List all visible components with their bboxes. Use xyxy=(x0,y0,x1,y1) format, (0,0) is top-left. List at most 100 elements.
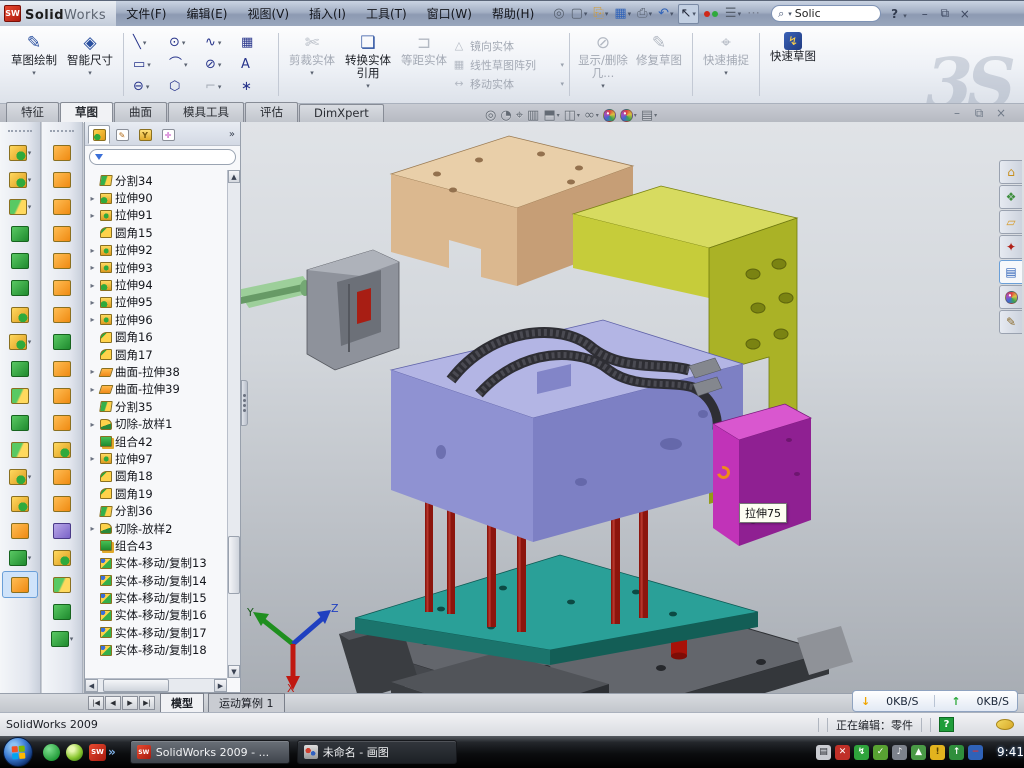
scroll-right-arrow[interactable]: ▶ xyxy=(214,679,227,692)
tree-item[interactable]: 圆角16 xyxy=(86,329,227,346)
construction-line-tool-button[interactable] xyxy=(0,517,40,544)
instant3d-tool-button[interactable] xyxy=(2,571,38,598)
dropdown-arrow[interactable]: ▾ xyxy=(28,473,32,481)
dimxpertmanager-tab[interactable]: ✛ xyxy=(157,125,179,144)
tree-item[interactable]: 圆角17 xyxy=(86,346,227,363)
dropdown-arrow[interactable]: ▾ xyxy=(628,10,632,18)
expand-arrow-icon[interactable]: ▸ xyxy=(88,315,97,324)
shield-up-icon[interactable]: ↑ xyxy=(949,745,964,760)
dropdown-arrow[interactable]: ▾ xyxy=(218,39,222,47)
tree-item[interactable]: 实体-移动/复制13 xyxy=(86,555,227,572)
linear-pattern-tool-button[interactable]: ▾ xyxy=(0,328,40,355)
quick-launch-overflow-icon[interactable]: » xyxy=(108,745,116,759)
move-face-tool-button[interactable] xyxy=(42,490,82,517)
quick-launch-browser-ball-icon[interactable] xyxy=(66,744,83,761)
move-copy-body-tool-button[interactable] xyxy=(0,436,40,463)
apply-scene-button[interactable]: ▾ xyxy=(619,109,638,122)
arc-tool[interactable]: ⌒▾ xyxy=(165,54,201,76)
panel-overflow-chevron[interactable]: » xyxy=(229,129,238,140)
tree-item[interactable]: 实体-移动/复制15 xyxy=(86,589,227,606)
expand-arrow-icon[interactable]: ▸ xyxy=(88,385,97,394)
loft-tool-button[interactable] xyxy=(42,328,82,355)
tab-0[interactable]: 特征 xyxy=(6,102,59,122)
start-button[interactable] xyxy=(3,737,33,767)
tree-item[interactable]: 实体-移动/复制16 xyxy=(86,607,227,624)
menu-item-3[interactable]: 插入(I) xyxy=(299,2,356,26)
tree-item[interactable]: ▸切除-放样2 xyxy=(86,520,227,537)
scrollbar-thumb[interactable] xyxy=(228,536,240,594)
dropdown-arrow[interactable]: ▾ xyxy=(146,83,150,91)
task-button[interactable]: SWSolidWorks 2009 - ... xyxy=(130,740,290,764)
dropdown-arrow[interactable]: ▾ xyxy=(584,10,588,18)
dropdown-arrow[interactable]: ▾ xyxy=(88,69,92,77)
antivirus-alert-icon[interactable]: ✕ xyxy=(835,745,850,760)
polygon-tool[interactable]: ⬡ xyxy=(165,76,201,98)
menu-item-5[interactable]: 窗口(W) xyxy=(417,2,482,26)
nav-button[interactable]: |◀ xyxy=(88,696,104,710)
volume-icon[interactable]: ♪ xyxy=(892,745,907,760)
zoom-previous-button[interactable]: ⌖ xyxy=(515,108,524,123)
rebuild-traffic-light-icon[interactable] xyxy=(701,4,721,24)
minimize-button[interactable]: – xyxy=(915,6,935,22)
rapid-sketch-button[interactable]: ↯ 快速草图 xyxy=(765,29,821,100)
point-tool[interactable]: ∗ xyxy=(237,76,273,98)
dropdown-arrow[interactable]: ▾ xyxy=(147,61,151,69)
tree-item[interactable]: ▸拉伸90 xyxy=(86,189,227,206)
hide-show-items-button[interactable]: ∞▾ xyxy=(583,108,600,123)
tab-1[interactable]: 草图 xyxy=(60,102,113,123)
wrap-tool-button[interactable] xyxy=(42,463,82,490)
clamp-unit[interactable] xyxy=(241,250,399,370)
network-speed-widget[interactable]: ↓ 0KB/S ↑ 0KB/S xyxy=(852,690,1018,712)
text-tool[interactable]: A xyxy=(237,54,273,76)
view-palette-tab[interactable]: ▤ xyxy=(999,260,1022,284)
line-tool[interactable]: ╲▾ xyxy=(129,32,165,54)
dropdown-arrow[interactable]: ▾ xyxy=(143,39,147,47)
toolbar-grip[interactable] xyxy=(8,130,32,135)
dropdown-arrow[interactable]: ▾ xyxy=(634,112,637,119)
dropdown-arrow[interactable]: ▾ xyxy=(654,112,657,119)
doc-restore-button[interactable]: ⧉ xyxy=(970,105,988,121)
view-settings-button[interactable]: ▤▾ xyxy=(640,108,658,123)
search-dropdown-icon[interactable]: ▾ xyxy=(788,10,792,18)
tree-item[interactable]: 组合42 xyxy=(86,433,227,450)
tree-item[interactable]: 实体-移动/复制18 xyxy=(86,642,227,659)
security-suite-icon[interactable]: ↯ xyxy=(854,745,869,760)
expand-arrow-icon[interactable]: ▸ xyxy=(88,420,97,429)
doc-minimize-button[interactable]: – xyxy=(948,105,966,121)
dropdown-arrow[interactable]: ▾ xyxy=(28,176,32,184)
nav-button[interactable]: ▶| xyxy=(139,696,155,710)
curve-tool-button[interactable]: ▾ xyxy=(0,544,40,571)
motion-study-tab[interactable]: 运动算例 1 xyxy=(208,693,285,714)
model-tab[interactable]: 模型 xyxy=(160,693,204,714)
flex-tool-button[interactable] xyxy=(42,247,82,274)
replace-face-tool-button[interactable] xyxy=(42,436,82,463)
convert-entities-button[interactable]: ❏ 转换实体引用 ▾ xyxy=(340,29,396,100)
task-button[interactable]: 未命名 - 画图 xyxy=(297,740,457,764)
dropdown-arrow[interactable]: ▾ xyxy=(28,149,32,157)
hole-wizard-tool-button[interactable] xyxy=(0,301,40,328)
swept-boss-tool-button[interactable] xyxy=(0,220,40,247)
new-file-icon[interactable]: ▢▾ xyxy=(569,4,590,24)
undo-icon[interactable]: ↶▾ xyxy=(656,4,675,24)
dropdown-arrow[interactable]: ▾ xyxy=(28,203,32,211)
update-badge-icon[interactable]: ✓ xyxy=(873,745,888,760)
nav-button[interactable]: ▶ xyxy=(122,696,138,710)
dropdown-arrow[interactable]: ▾ xyxy=(184,61,188,69)
featuremanager-tab[interactable] xyxy=(88,125,110,144)
delete-face-tool-button[interactable] xyxy=(42,409,82,436)
dropdown-arrow[interactable]: ▾ xyxy=(32,69,36,77)
join-bodies-tool-button[interactable] xyxy=(0,409,40,436)
restore-button[interactable]: ⧉ xyxy=(935,6,955,22)
display-style-button[interactable]: ◫▾ xyxy=(563,108,581,123)
tree-item[interactable]: 组合43 xyxy=(86,537,227,554)
appearances-scenes-tab[interactable] xyxy=(999,285,1022,309)
scroll-up-arrow[interactable]: ▲ xyxy=(228,170,240,183)
tree-item[interactable]: ▸曲面-拉伸38 xyxy=(86,363,227,380)
thicken-tool-button[interactable] xyxy=(42,355,82,382)
close-button[interactable]: × xyxy=(955,6,975,22)
menu-item-4[interactable]: 工具(T) xyxy=(356,2,417,26)
sketch-draw-button[interactable]: ✎ 草图绘制 ▾ xyxy=(6,29,62,100)
fillet-tool-button[interactable]: ▾ xyxy=(0,193,40,220)
dropdown-arrow[interactable]: ▾ xyxy=(605,10,609,18)
toolbar-grip[interactable] xyxy=(50,130,74,135)
